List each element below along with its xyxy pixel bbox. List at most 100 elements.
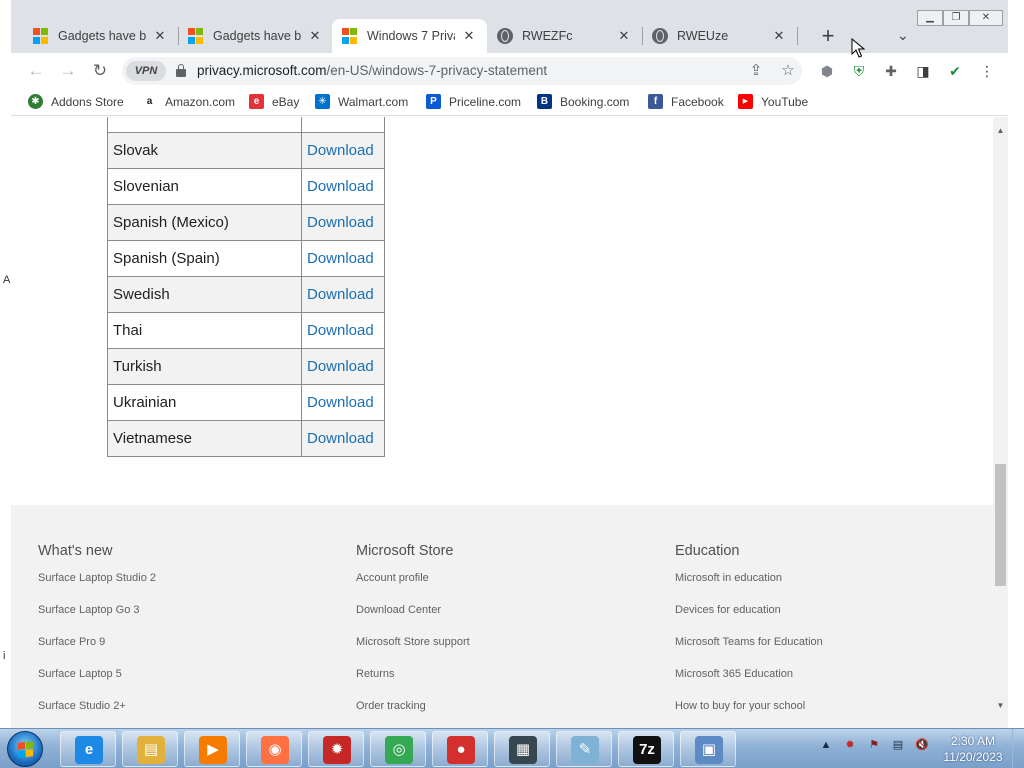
bookmark-walmart[interactable]: ✳ Walmart.com bbox=[315, 94, 408, 109]
download-cell: Download bbox=[301, 312, 385, 349]
system-clock[interactable]: 2:30 AM 11/20/2023 bbox=[940, 733, 1006, 765]
footer-link[interactable]: Surface Pro 9 bbox=[38, 636, 156, 668]
download-link[interactable]: Download bbox=[307, 394, 374, 411]
footer-link[interactable]: Account profile bbox=[356, 572, 470, 604]
scroll-up-arrow-icon[interactable]: ▲ bbox=[993, 123, 1008, 139]
language-name: Slovenian bbox=[107, 168, 302, 205]
table-row: Slovenian Download bbox=[107, 168, 385, 205]
share-icon[interactable]: ⇪ bbox=[746, 61, 766, 81]
table-row: Spanish (Spain) Download bbox=[107, 240, 385, 277]
tab-close-icon[interactable]: ✕ bbox=[616, 28, 632, 44]
download-link[interactable]: Download bbox=[307, 142, 374, 159]
footer-link[interactable]: Returns bbox=[356, 668, 470, 700]
footer-link[interactable]: Microsoft Store support bbox=[356, 636, 470, 668]
forward-arrow-icon[interactable]: → bbox=[57, 60, 79, 82]
tab-close-icon[interactable]: ✕ bbox=[152, 28, 168, 44]
taskbar-app-button[interactable]: ◎ bbox=[370, 731, 426, 767]
notepad-icon: ✎ bbox=[571, 736, 599, 764]
taskbar-app-button[interactable]: ▣ bbox=[680, 731, 736, 767]
footer-link[interactable]: Microsoft in education bbox=[675, 572, 823, 604]
page-scrollbar[interactable]: ▲ ▼ bbox=[993, 117, 1008, 728]
footer-link[interactable]: How to buy for your school bbox=[675, 700, 823, 728]
start-button[interactable] bbox=[7, 731, 43, 767]
table-row: Spanish (Mexico) Download bbox=[107, 204, 385, 241]
minimize-button[interactable]: ▁ bbox=[917, 10, 943, 26]
footer-link[interactable]: Microsoft 365 Education bbox=[675, 668, 823, 700]
bookmark-facebook[interactable]: f Facebook bbox=[648, 94, 724, 109]
footer-heading: Education bbox=[675, 543, 740, 559]
scroll-down-arrow-icon[interactable]: ▼ bbox=[993, 698, 1008, 714]
back-arrow-icon[interactable]: ← bbox=[25, 60, 47, 82]
bookmark-ebay[interactable]: e eBay bbox=[249, 94, 299, 109]
footer-link[interactable]: Surface Laptop 5 bbox=[38, 668, 156, 700]
vpn-badge[interactable]: VPN bbox=[126, 61, 166, 81]
action-center-flag-icon[interactable]: ⚑ bbox=[866, 737, 882, 753]
maximize-button[interactable]: ❐ bbox=[943, 10, 969, 26]
tab-rwezfc[interactable]: RWEZFc ✕ bbox=[487, 21, 642, 51]
tab-close-icon[interactable]: ✕ bbox=[771, 28, 787, 44]
show-desktop-button[interactable] bbox=[1012, 729, 1024, 768]
download-link[interactable]: Download bbox=[307, 286, 374, 303]
menu-kebab-icon[interactable]: ⋮ bbox=[977, 61, 997, 81]
bookmark-addons-store[interactable]: ✱ Addons Store bbox=[28, 94, 124, 109]
tab-rweuze[interactable]: RWEUze ✕ bbox=[642, 21, 797, 51]
extension-shield-icon[interactable]: ⬢ bbox=[817, 61, 837, 81]
download-link[interactable]: Download bbox=[307, 250, 374, 267]
taskbar-app-button[interactable]: 7z bbox=[618, 731, 674, 767]
taskbar-app-button[interactable]: ✎ bbox=[556, 731, 612, 767]
tab-title: Gadgets have been bbox=[58, 29, 146, 43]
bookmark-youtube[interactable]: ▶ YouTube bbox=[738, 94, 808, 109]
reload-icon[interactable]: ↻ bbox=[89, 60, 111, 82]
youtube-icon: ▶ bbox=[738, 94, 753, 109]
volume-muted-icon[interactable]: 🔇 bbox=[914, 737, 930, 753]
footer-link[interactable]: Download Center bbox=[356, 604, 470, 636]
taskbar-app-button[interactable]: ● bbox=[432, 731, 488, 767]
walmart-icon: ✳ bbox=[315, 94, 330, 109]
taskbar-app-button[interactable]: ▤ bbox=[122, 731, 178, 767]
tab-close-icon[interactable]: ✕ bbox=[461, 28, 477, 44]
tab-search-icon[interactable]: ⌄ bbox=[897, 27, 909, 44]
network-icon[interactable]: ▤ bbox=[890, 737, 906, 753]
download-link[interactable]: Download bbox=[307, 358, 374, 375]
tab-windows-7-privacy[interactable]: Windows 7 Privacy ✕ bbox=[332, 19, 487, 53]
lock-icon[interactable] bbox=[176, 64, 186, 77]
footer-link[interactable]: Surface Studio 2+ bbox=[38, 700, 156, 728]
addons-store-icon: ✱ bbox=[28, 94, 43, 109]
tray-overflow-chevron-icon[interactable]: ▲ bbox=[818, 737, 834, 753]
footer-link[interactable]: Surface Laptop Studio 2 bbox=[38, 572, 156, 604]
amazon-icon: a bbox=[142, 94, 157, 109]
taskbar-app-button[interactable]: ▶ bbox=[184, 731, 240, 767]
footer-link[interactable]: Order tracking bbox=[356, 700, 470, 728]
taskbar-app-button[interactable]: ▦ bbox=[494, 731, 550, 767]
tab-gadgets-2[interactable]: Gadgets have been ✕ bbox=[178, 21, 333, 51]
download-link[interactable]: Download bbox=[307, 178, 374, 195]
download-link[interactable]: Download bbox=[307, 322, 374, 339]
side-panel-icon[interactable]: ◨ bbox=[913, 61, 933, 81]
bookmarks-bar: ✱ Addons Store a Amazon.com e eBay ✳ Walmart… bbox=[11, 89, 1008, 116]
scrollbar-thumb[interactable] bbox=[995, 464, 1006, 586]
close-window-button[interactable]: ✕ bbox=[969, 10, 1003, 26]
footer-link[interactable]: Devices for education bbox=[675, 604, 823, 636]
taskbar-app-button[interactable]: e bbox=[60, 731, 116, 767]
tray-app-icon[interactable]: ✹ bbox=[842, 737, 858, 753]
taskbar-app-button[interactable]: ◉ bbox=[246, 731, 302, 767]
page-viewport: Slovak Download Slovenian Download Spanish (… bbox=[11, 117, 993, 728]
bookmark-priceline[interactable]: P Priceline.com bbox=[426, 94, 521, 109]
new-tab-button[interactable]: + bbox=[818, 23, 838, 49]
tab-gadgets-1[interactable]: Gadgets have been ✕ bbox=[23, 21, 178, 51]
download-link[interactable]: Download bbox=[307, 430, 374, 447]
url-text[interactable]: privacy.microsoft.com/en-US/windows-7-pr… bbox=[197, 63, 547, 78]
tab-close-icon[interactable]: ✕ bbox=[307, 28, 323, 44]
extension-lock-icon[interactable]: ⛨ bbox=[849, 61, 869, 81]
security-check-icon[interactable]: ✔ bbox=[945, 61, 965, 81]
bookmark-amazon[interactable]: a Amazon.com bbox=[142, 94, 235, 109]
footer-link[interactable]: Surface Laptop Go 3 bbox=[38, 604, 156, 636]
address-bar[interactable]: VPN privacy.microsoft.com/en-US/windows-… bbox=[122, 57, 802, 85]
taskbar-app-button[interactable]: ✹ bbox=[308, 731, 364, 767]
footer-link[interactable]: Microsoft Teams for Education bbox=[675, 636, 823, 668]
bookmark-star-icon[interactable]: ☆ bbox=[778, 61, 798, 81]
extensions-puzzle-icon[interactable]: ✚ bbox=[881, 61, 901, 81]
download-link[interactable]: Download bbox=[307, 214, 374, 231]
bookmark-booking[interactable]: B Booking.com bbox=[537, 94, 629, 109]
edge-glyph: i bbox=[3, 650, 6, 662]
